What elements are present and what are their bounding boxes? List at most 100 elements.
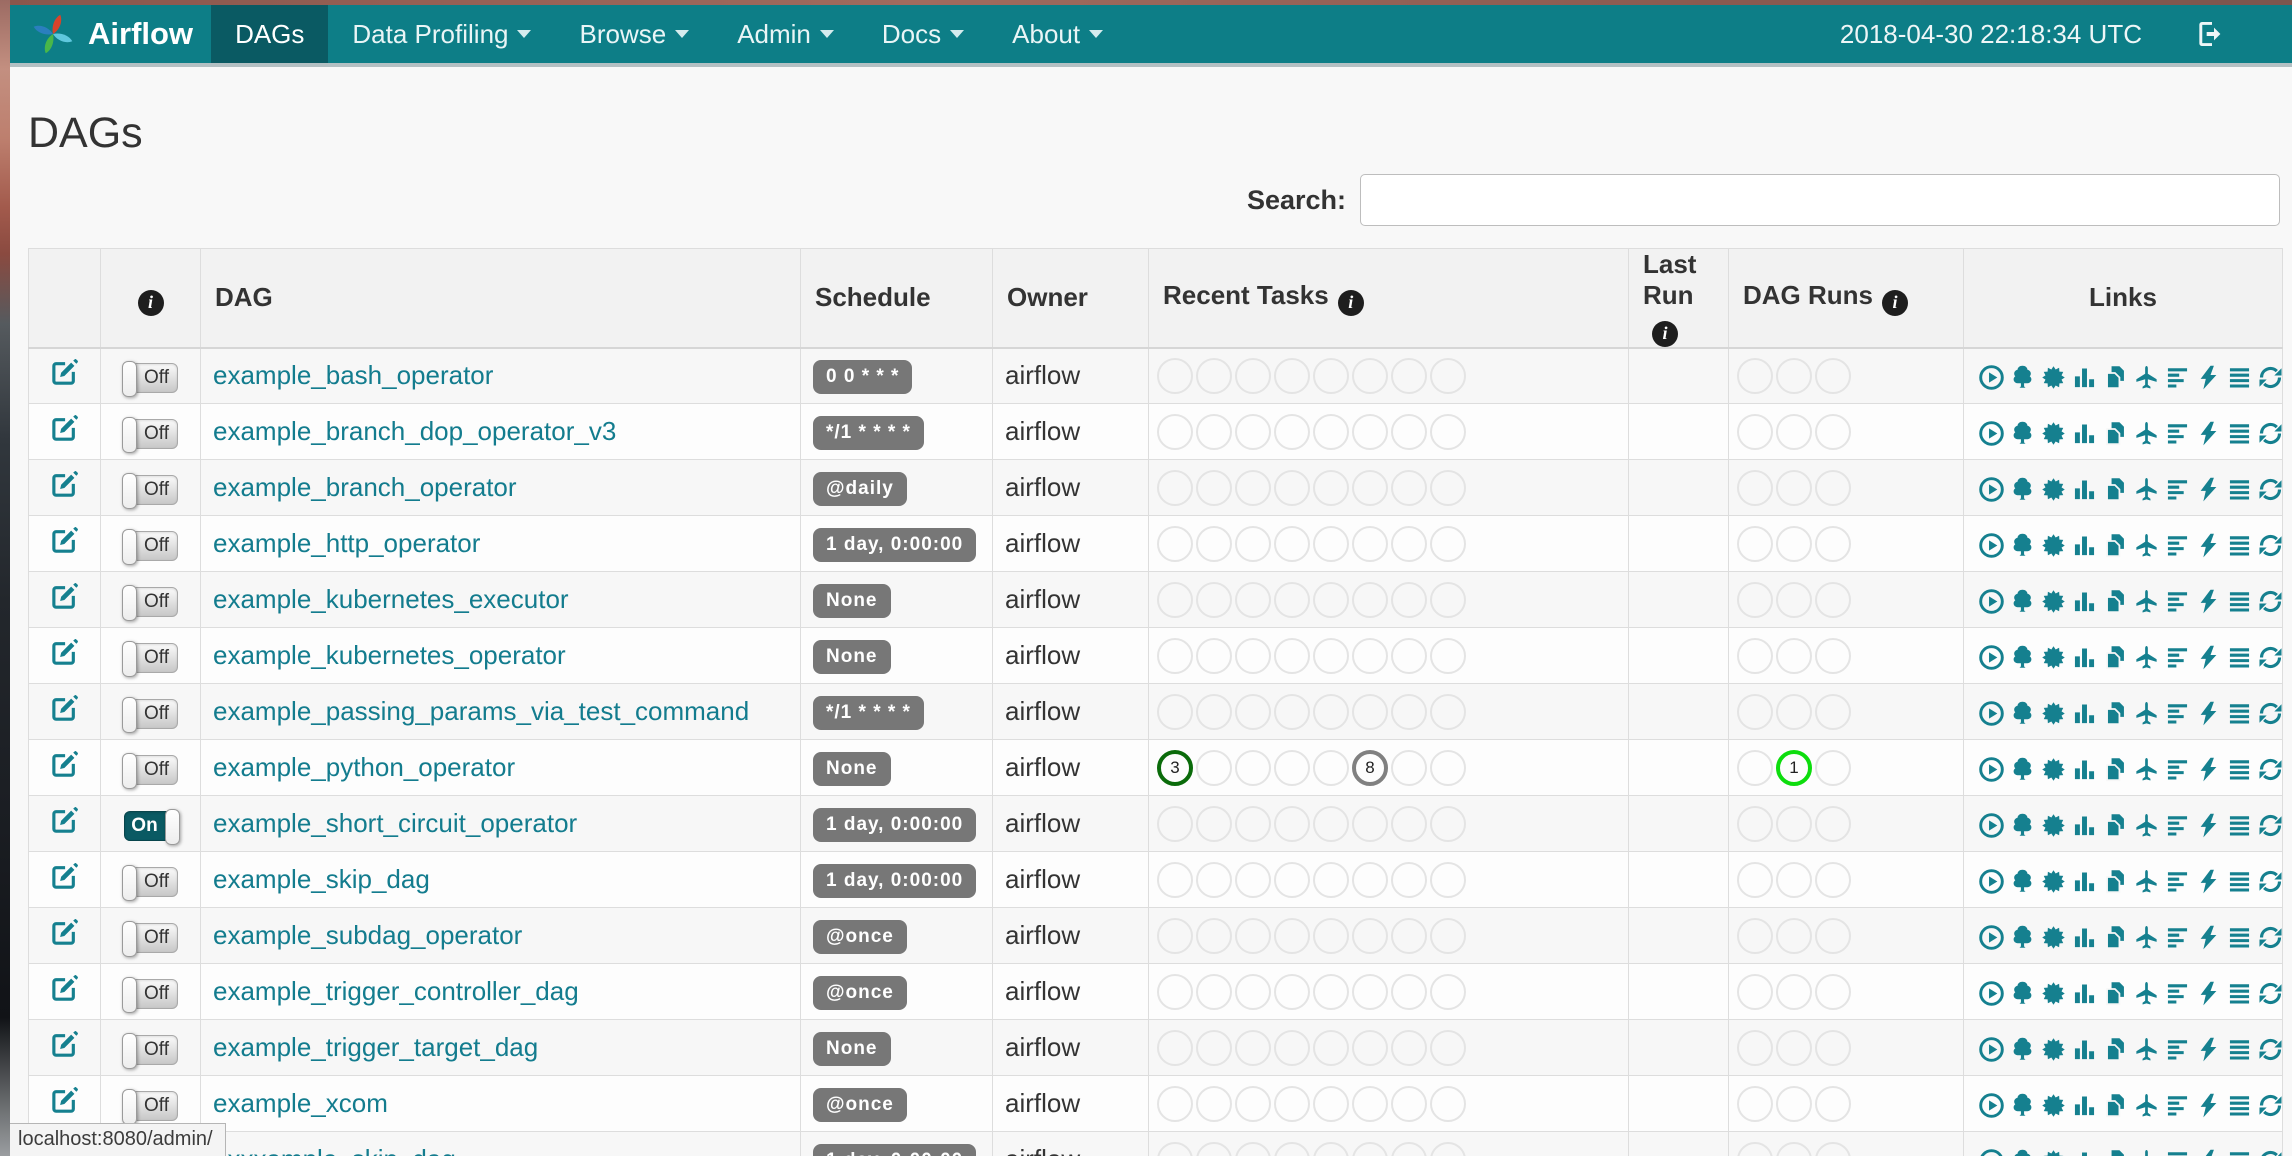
trigger-dag-icon[interactable] <box>1978 644 2005 671</box>
refresh-icon[interactable] <box>2257 420 2284 447</box>
col-header-edit[interactable] <box>28 248 101 349</box>
gantt-view-icon[interactable] <box>2164 644 2191 671</box>
task-tries-icon[interactable] <box>2102 588 2129 615</box>
dag-pause-toggle[interactable]: Off <box>121 1032 178 1069</box>
dag-pause-toggle[interactable]: Off <box>121 976 178 1013</box>
col-header-owner[interactable]: Owner <box>992 248 1149 349</box>
code-view-icon[interactable] <box>2195 1036 2222 1063</box>
trigger-dag-icon[interactable] <box>1978 812 2005 839</box>
dag-pause-toggle[interactable]: Off <box>121 752 178 789</box>
refresh-icon[interactable] <box>2257 812 2284 839</box>
dag-pause-toggle[interactable]: Off <box>121 696 178 733</box>
search-input[interactable] <box>1360 174 2280 226</box>
gantt-view-icon[interactable] <box>2164 812 2191 839</box>
logs-icon[interactable] <box>2226 756 2253 783</box>
nav-item-browse[interactable]: Browse <box>555 5 713 63</box>
tree-view-icon[interactable] <box>2009 420 2036 447</box>
code-view-icon[interactable] <box>2195 532 2222 559</box>
logs-icon[interactable] <box>2226 1092 2253 1119</box>
graph-view-icon[interactable] <box>2040 420 2067 447</box>
refresh-icon[interactable] <box>2257 756 2284 783</box>
graph-view-icon[interactable] <box>2040 476 2067 503</box>
task-duration-icon[interactable] <box>2071 868 2098 895</box>
tree-view-icon[interactable] <box>2009 364 2036 391</box>
trigger-dag-icon[interactable] <box>1978 420 2005 447</box>
dag-pause-toggle[interactable]: Off <box>121 416 178 453</box>
logs-icon[interactable] <box>2226 364 2253 391</box>
tree-view-icon[interactable] <box>2009 644 2036 671</box>
logs-icon[interactable] <box>2226 588 2253 615</box>
logs-icon[interactable] <box>2226 644 2253 671</box>
graph-view-icon[interactable] <box>2040 588 2067 615</box>
landing-times-icon[interactable] <box>2133 1092 2160 1119</box>
task-tries-icon[interactable] <box>2102 1036 2129 1063</box>
tree-view-icon[interactable] <box>2009 588 2036 615</box>
gantt-view-icon[interactable] <box>2164 476 2191 503</box>
nav-item-admin[interactable]: Admin <box>713 5 858 63</box>
logs-icon[interactable] <box>2226 476 2253 503</box>
refresh-icon[interactable] <box>2257 532 2284 559</box>
landing-times-icon[interactable] <box>2133 700 2160 727</box>
graph-view-icon[interactable] <box>2040 364 2067 391</box>
edit-dag-icon[interactable] <box>50 806 79 835</box>
edit-dag-icon[interactable] <box>50 1030 79 1059</box>
landing-times-icon[interactable] <box>2133 812 2160 839</box>
graph-view-icon[interactable] <box>2040 1092 2067 1119</box>
task-duration-icon[interactable] <box>2071 1092 2098 1119</box>
code-view-icon[interactable] <box>2195 812 2222 839</box>
dag-link[interactable]: example_kubernetes_operator <box>213 640 566 670</box>
col-header-dag[interactable]: DAG <box>200 248 801 349</box>
tree-view-icon[interactable] <box>2009 868 2036 895</box>
graph-view-icon[interactable] <box>2040 644 2067 671</box>
landing-times-icon[interactable] <box>2133 420 2160 447</box>
edit-dag-icon[interactable] <box>50 414 79 443</box>
trigger-dag-icon[interactable] <box>1978 1092 2005 1119</box>
edit-dag-icon[interactable] <box>50 526 79 555</box>
logs-icon[interactable] <box>2226 420 2253 447</box>
trigger-dag-icon[interactable] <box>1978 532 2005 559</box>
tree-view-icon[interactable] <box>2009 980 2036 1007</box>
code-view-icon[interactable] <box>2195 588 2222 615</box>
dag-pause-toggle[interactable]: Off <box>121 472 178 509</box>
task-tries-icon[interactable] <box>2102 812 2129 839</box>
trigger-dag-icon[interactable] <box>1978 868 2005 895</box>
dag-pause-toggle[interactable]: On <box>123 808 180 845</box>
refresh-icon[interactable] <box>2257 588 2284 615</box>
graph-view-icon[interactable] <box>2040 700 2067 727</box>
refresh-icon[interactable] <box>2257 476 2284 503</box>
edit-dag-icon[interactable] <box>50 470 79 499</box>
tree-view-icon[interactable] <box>2009 812 2036 839</box>
dag-link[interactable]: example_passing_params_via_test_command <box>213 696 749 726</box>
col-header-links[interactable]: Links <box>1963 248 2283 349</box>
dag-link[interactable]: example_branch_dop_operator_v3 <box>213 416 616 446</box>
code-view-icon[interactable] <box>2195 644 2222 671</box>
tree-view-icon[interactable] <box>2009 1092 2036 1119</box>
nav-item-data-profiling[interactable]: Data Profiling <box>328 5 555 63</box>
nav-item-dags[interactable]: DAGs <box>211 5 329 63</box>
trigger-dag-icon[interactable] <box>1978 1036 2005 1063</box>
dag-link[interactable]: example_trigger_target_dag <box>213 1032 538 1062</box>
trigger-dag-icon[interactable] <box>1978 476 2005 503</box>
graph-view-icon[interactable] <box>2040 756 2067 783</box>
code-view-icon[interactable] <box>2195 364 2222 391</box>
logs-icon[interactable] <box>2226 532 2253 559</box>
landing-times-icon[interactable] <box>2133 532 2160 559</box>
col-header-recent-tasks[interactable]: Recent Tasks i <box>1148 248 1629 349</box>
task-tries-icon[interactable] <box>2102 868 2129 895</box>
task-duration-icon[interactable] <box>2071 364 2098 391</box>
code-view-icon[interactable] <box>2195 476 2222 503</box>
dag-link[interactable]: example_branch_operator <box>213 472 517 502</box>
task-tries-icon[interactable] <box>2102 980 2129 1007</box>
edit-dag-icon[interactable] <box>50 638 79 667</box>
code-view-icon[interactable] <box>2195 980 2222 1007</box>
refresh-icon[interactable] <box>2257 868 2284 895</box>
edit-dag-icon[interactable] <box>50 918 79 947</box>
logout-icon[interactable] <box>2194 18 2226 50</box>
gantt-view-icon[interactable] <box>2164 1092 2191 1119</box>
trigger-dag-icon[interactable] <box>1978 924 2005 951</box>
task-tries-icon[interactable] <box>2102 476 2129 503</box>
tree-view-icon[interactable] <box>2009 1148 2036 1156</box>
col-header-info[interactable]: i <box>100 248 201 349</box>
dag-link[interactable]: example_short_circuit_operator <box>213 808 577 838</box>
landing-times-icon[interactable] <box>2133 868 2160 895</box>
